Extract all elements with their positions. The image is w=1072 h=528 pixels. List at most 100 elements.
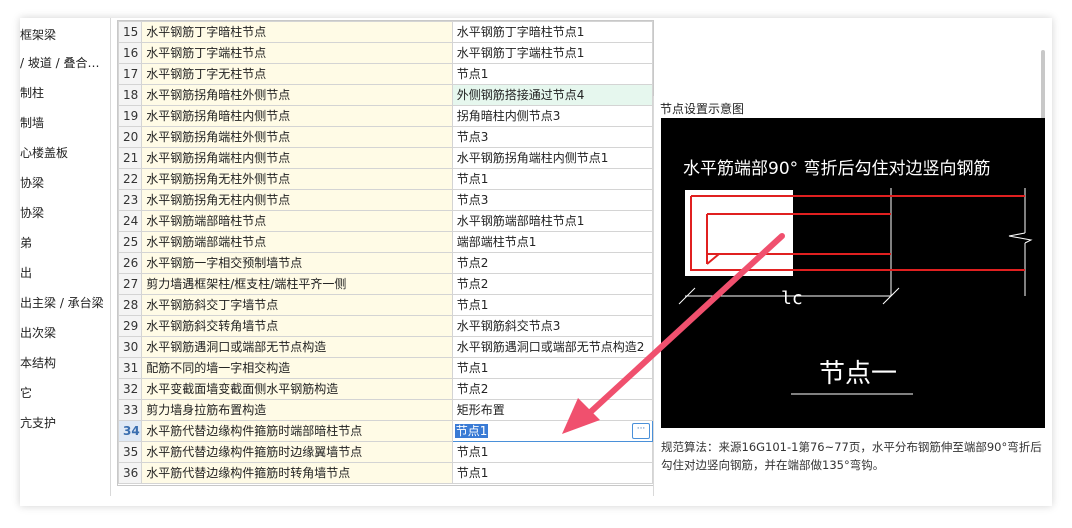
table-row[interactable]: 18 水平钢筋拐角暗柱外侧节点 外侧钢筋搭接通过节点4 xyxy=(117,84,654,106)
setting-name: 水平筋代替边缘构件箍筋时端部暗柱节点 xyxy=(141,420,453,442)
setting-name: 水平钢筋一字相交预制墙节点 xyxy=(141,252,453,274)
tree-item[interactable]: 协梁 xyxy=(20,204,44,222)
tree-item[interactable]: 制墙 xyxy=(20,114,44,132)
row-number: 19 xyxy=(117,105,143,127)
setting-value-cell[interactable]: 节点3 xyxy=(451,126,654,148)
table-row[interactable]: 27 剪力墙遇框架柱/框支柱/端柱平齐一侧 节点2 xyxy=(117,273,654,295)
setting-name: 水平钢筋拐角无柱外侧节点 xyxy=(141,168,453,190)
setting-name: 水平筋代替边缘构件箍筋时边缘翼墙节点 xyxy=(141,441,453,463)
table-row[interactable]: 16 水平钢筋丁字端柱节点 水平钢筋丁字端柱节点1 xyxy=(117,42,654,64)
setting-name: 水平钢筋拐角暗柱内侧节点 xyxy=(141,105,453,127)
tree-item[interactable]: 出次梁 xyxy=(20,324,56,342)
setting-name: 水平钢筋丁字无柱节点 xyxy=(141,63,453,85)
row-number: 25 xyxy=(117,231,143,253)
setting-value-cell[interactable]: 水平钢筋斜交节点3 xyxy=(451,315,654,337)
setting-value-cell[interactable]: 水平钢筋丁字暗柱节点1 xyxy=(451,21,654,43)
setting-name: 配筋不同的墙一字相交构造 xyxy=(141,357,453,379)
tree-item[interactable]: 出 xyxy=(20,264,32,282)
table-row[interactable]: 31 配筋不同的墙一字相交构造 节点1 xyxy=(117,357,654,379)
setting-name: 水平钢筋丁字暗柱节点 xyxy=(141,21,453,43)
row-number: 31 xyxy=(117,357,143,379)
table-row[interactable]: 15 水平钢筋丁字暗柱节点 水平钢筋丁字暗柱节点1 xyxy=(117,21,654,43)
row-number: 21 xyxy=(117,147,143,169)
setting-name: 水平钢筋拐角暗柱外侧节点 xyxy=(141,84,453,106)
row-number: 23 xyxy=(117,189,143,211)
row-number: 29 xyxy=(117,315,143,337)
setting-value-cell[interactable]: 节点1 xyxy=(451,168,654,190)
component-tree: 框架梁 / 坡道 / 叠合… 制柱 制墙 心楼盖板 协梁 协梁弟出出主梁 / 承台梁 出次梁本… xyxy=(20,18,111,496)
node-diagram: 水平筋端部90° 弯折后勾住对边竖向钢筋 lc 节点一 xyxy=(661,118,1045,428)
table-row[interactable]: 23 水平钢筋拐角无柱内侧节点 节点3 xyxy=(117,189,654,211)
setting-value-cell[interactable]: 节点1 ··· xyxy=(451,420,654,442)
setting-name: 水平钢筋斜交丁字墙节点 xyxy=(141,294,453,316)
setting-value-cell[interactable]: 端部端柱节点1 xyxy=(451,231,654,253)
table-row[interactable]: 24 水平钢筋端部暗柱节点 水平钢筋端部暗柱节点1 xyxy=(117,210,654,232)
table-row[interactable]: 30 水平钢筋遇洞口或端部无节点构造 水平钢筋遇洞口或端部无节点构造2 xyxy=(117,336,654,358)
node-diagram-panel: 节点设置示意图 水平筋端部90° 弯折后勾住对边竖向钢筋 lc 节点一 规范算法… xyxy=(653,96,1052,496)
setting-value-cell[interactable]: 节点1 xyxy=(451,63,654,85)
table-row[interactable]: 28 水平钢筋斜交丁字墙节点 节点1 xyxy=(117,294,654,316)
setting-name: 水平钢筋拐角无柱内侧节点 xyxy=(141,189,453,211)
setting-value-cell[interactable]: 节点2 xyxy=(451,378,654,400)
row-number: 24 xyxy=(117,210,143,232)
setting-name: 水平钢筋拐角端柱外侧节点 xyxy=(141,126,453,148)
table-row[interactable]: 34 水平筋代替边缘构件箍筋时端部暗柱节点 节点1 ··· xyxy=(117,420,654,442)
tree-item[interactable]: 制柱 xyxy=(20,84,44,102)
table-row[interactable]: 29 水平钢筋斜交转角墙节点 水平钢筋斜交节点3 xyxy=(117,315,654,337)
row-number: 16 xyxy=(117,42,143,64)
panel-title: 节点设置示意图 xyxy=(660,102,745,116)
dimension-label: lc xyxy=(781,288,803,309)
setting-value-cell[interactable]: 节点1 xyxy=(451,357,654,379)
table-row[interactable]: 22 水平钢筋拐角无柱外侧节点 节点1 xyxy=(117,168,654,190)
setting-name: 剪力墙遇框架柱/框支柱/端柱平齐一侧 xyxy=(141,273,453,295)
setting-value-cell[interactable]: 节点2 xyxy=(451,273,654,295)
setting-value-cell[interactable]: 水平钢筋拐角端柱内侧节点1 xyxy=(451,147,654,169)
setting-value-cell[interactable]: 节点1 xyxy=(451,294,654,316)
table-row[interactable]: 35 水平筋代替边缘构件箍筋时边缘翼墙节点 节点1 xyxy=(117,441,654,463)
setting-name: 水平筋代替边缘构件箍筋时转角墙节点 xyxy=(141,462,453,484)
tree-item[interactable]: 本结构 xyxy=(20,354,56,372)
table-row[interactable]: 17 水平钢筋丁字无柱节点 节点1 xyxy=(117,63,654,85)
row-number: 15 xyxy=(117,21,143,43)
setting-value-cell[interactable]: 水平钢筋端部暗柱节点1 xyxy=(451,210,654,232)
tree-item[interactable]: 它 xyxy=(20,384,32,402)
node-settings-window: 框架梁 / 坡道 / 叠合… 制柱 制墙 心楼盖板 协梁 协梁弟出出主梁 / 承台梁 出次梁本… xyxy=(20,18,1052,506)
tree-item[interactable]: / 坡道 / 叠合… xyxy=(20,54,100,72)
table-row[interactable]: 32 水平变截面墙变截面侧水平钢筋构造 节点2 xyxy=(117,378,654,400)
setting-value-cell[interactable]: 拐角暗柱内侧节点3 xyxy=(451,105,654,127)
row-number: 30 xyxy=(117,336,143,358)
tree-item[interactable]: 出主梁 / 承台梁 xyxy=(20,294,104,312)
setting-name: 水平钢筋遇洞口或端部无节点构造 xyxy=(141,336,453,358)
more-options-button[interactable]: ··· xyxy=(632,423,650,439)
setting-name: 水平变截面墙变截面侧水平钢筋构造 xyxy=(141,378,453,400)
setting-value-cell[interactable]: 节点2 xyxy=(451,252,654,274)
tree-item[interactable]: 亢支护 xyxy=(20,414,56,432)
row-number: 18 xyxy=(117,84,143,106)
setting-value-cell[interactable]: 节点1 xyxy=(451,441,654,463)
setting-name: 水平钢筋端部端柱节点 xyxy=(141,231,453,253)
rule-description: 规范算法：来源16G101-1第76~77页，水平分布钢筋伸至端部90°弯折后勾… xyxy=(661,440,1042,472)
setting-value-cell[interactable]: 水平钢筋丁字端柱节点1 xyxy=(451,42,654,64)
tree-item[interactable]: 框架梁 xyxy=(20,26,56,44)
table-row[interactable]: 36 水平筋代替边缘构件箍筋时转角墙节点 节点1 xyxy=(117,462,654,484)
setting-value-cell[interactable]: 外侧钢筋搭接通过节点4 xyxy=(451,84,654,106)
tree-item[interactable]: 弟 xyxy=(20,234,32,252)
table-row[interactable]: 21 水平钢筋拐角端柱内侧节点 水平钢筋拐角端柱内侧节点1 xyxy=(117,147,654,169)
selected-value-text[interactable]: 节点1 xyxy=(454,424,489,438)
row-number: 33 xyxy=(117,399,143,421)
setting-value-cell[interactable]: 节点3 xyxy=(451,189,654,211)
table-row[interactable]: 25 水平钢筋端部端柱节点 端部端柱节点1 xyxy=(117,231,654,253)
tree-item[interactable]: 心楼盖板 xyxy=(20,144,68,162)
setting-value-cell[interactable]: 矩形布置 xyxy=(451,399,654,421)
setting-value-cell[interactable]: 节点1 xyxy=(451,462,654,484)
node-label: 节点一 xyxy=(819,359,897,389)
table-row[interactable]: 26 水平钢筋一字相交预制墙节点 节点2 xyxy=(117,252,654,274)
table-row[interactable]: 20 水平钢筋拐角端柱外侧节点 节点3 xyxy=(117,126,654,148)
table-row[interactable]: 33 剪力墙身拉筋布置构造 矩形布置 xyxy=(117,399,654,421)
tree-item[interactable]: 协梁 xyxy=(20,174,44,192)
row-number: 36 xyxy=(117,462,143,484)
setting-name: 水平钢筋拐角端柱内侧节点 xyxy=(141,147,453,169)
row-number: 34 xyxy=(117,420,143,442)
table-row[interactable]: 19 水平钢筋拐角暗柱内侧节点 拐角暗柱内侧节点3 xyxy=(117,105,654,127)
setting-value-cell[interactable]: 水平钢筋遇洞口或端部无节点构造2 xyxy=(451,336,654,358)
